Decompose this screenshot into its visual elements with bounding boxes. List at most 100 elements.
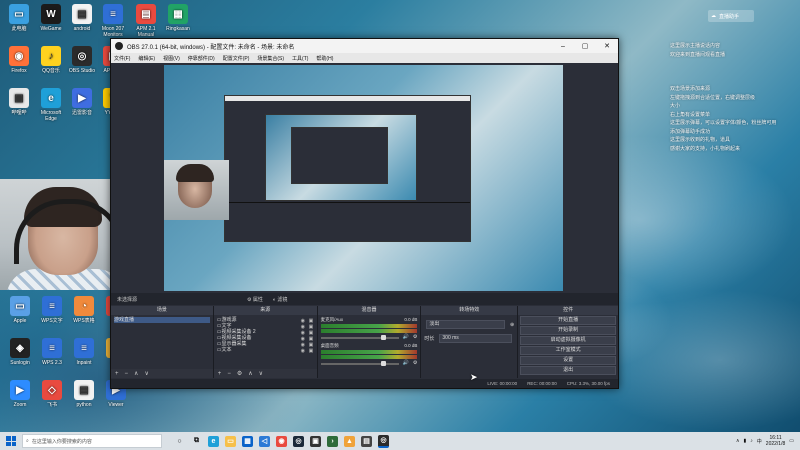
up-icon[interactable]: ∧ <box>248 370 252 377</box>
file-explorer-icon[interactable]: ▭ <box>225 435 236 447</box>
input-language[interactable]: 中 <box>757 438 762 445</box>
edge-icon[interactable]: e <box>208 435 219 447</box>
chevron-up-icon[interactable]: ∧ <box>736 438 740 444</box>
desktop-icon[interactable]: ◇ 飞书 <box>36 380 68 408</box>
remove-icon[interactable]: − <box>227 371 231 377</box>
studio-mode-button[interactable]: 工作室模式 <box>520 346 616 355</box>
desktop-icon[interactable]: ◔ WPS表格 <box>68 296 100 324</box>
network-icon[interactable]: ▮ <box>744 438 747 444</box>
vscode-icon[interactable]: ◁ <box>259 435 270 447</box>
add-transition-icon[interactable]: ⊕ <box>510 322 514 328</box>
maximize-icon[interactable]: ▢ <box>574 39 596 53</box>
menu-item[interactable]: 视图(V) <box>163 55 180 62</box>
gear-icon[interactable]: ⚙ <box>413 334 417 340</box>
lock-icon[interactable]: ▣ <box>309 336 314 342</box>
task-view-icon[interactable]: ⧉ <box>191 436 202 447</box>
volume-icon[interactable]: ♪ <box>750 438 753 444</box>
lock-icon[interactable]: ▣ <box>309 318 314 324</box>
desktop-icon[interactable]: ≡ Moon 207 Monitors <box>97 4 129 38</box>
menu-item[interactable]: 帮助(H) <box>316 55 333 62</box>
add-icon[interactable]: + <box>115 371 119 377</box>
menu-item[interactable]: 工具(T) <box>292 55 308 62</box>
app-icon[interactable]: ▣ <box>310 435 321 447</box>
obs-taskbar-icon[interactable]: ◎ <box>378 434 389 448</box>
steam-icon[interactable]: ◎ <box>293 435 304 447</box>
menu-item[interactable]: 编辑(E) <box>138 55 155 62</box>
visibility-eye-icon[interactable]: ◉ <box>301 324 306 330</box>
desktop-icon[interactable]: W WeGame <box>35 4 67 32</box>
volume-slider-knob[interactable] <box>381 335 387 340</box>
volume-slider-knob[interactable] <box>381 361 387 366</box>
note-line: 左键拖拽源到合适位置，右键调整层级 <box>670 94 756 101</box>
down-icon[interactable]: ∨ <box>144 370 148 377</box>
desktop-icon[interactable]: ▭ 此电脑 <box>3 4 35 32</box>
add-icon[interactable]: + <box>218 371 222 377</box>
visibility-eye-icon[interactable]: ◉ <box>301 318 306 324</box>
desktop-icon[interactable]: ▣ 哔哩哔 <box>3 88 35 116</box>
taskbar-search[interactable]: ⌕ 在这里输入你要搜索的内容 <box>22 434 162 448</box>
volume-slider[interactable] <box>320 335 399 340</box>
speaker-icon[interactable]: 🔊 <box>403 334 409 340</box>
desktop-icon[interactable]: ▤ android <box>66 4 98 32</box>
menu-item[interactable]: 文件(F) <box>114 55 130 62</box>
lock-icon[interactable]: ▣ <box>309 342 314 348</box>
desktop-icon[interactable]: ♪ QQ音乐 <box>35 46 67 74</box>
clock[interactable]: 16:11 2022/1/8 <box>766 435 785 447</box>
desktop-icon[interactable]: ≡ WPS文字 <box>36 296 68 324</box>
start-button[interactable] <box>0 432 22 450</box>
obs-window[interactable]: OBS 27.0.1 (64-bit, windows) - 配置文件: 未命名… <box>110 38 619 389</box>
desktop-icon[interactable]: ≡ WPS 2.3 <box>36 338 68 366</box>
desktop-icon[interactable]: ▭ Apple <box>4 296 36 324</box>
duration-input[interactable]: 300 ms <box>439 334 513 343</box>
terminal-icon[interactable]: › <box>327 435 338 447</box>
desktop-icon[interactable]: ▤ APM 2.1 Manual <box>130 4 162 38</box>
visibility-eye-icon[interactable]: ◉ <box>301 330 306 336</box>
notification-icon[interactable]: ▭ <box>789 438 794 444</box>
desktop-icon[interactable]: ▶ 迅雷影音 <box>66 88 98 116</box>
menu-item[interactable]: 场景集合(S) <box>257 55 284 62</box>
down-icon[interactable]: ∨ <box>259 370 263 377</box>
filters-button[interactable]: ◐ 滤镜 <box>273 296 287 303</box>
source-item[interactable]: ▭ 文本 ◉ ▣ <box>217 347 314 354</box>
lock-icon[interactable]: ▣ <box>309 348 314 354</box>
obs-titlebar[interactable]: OBS 27.0.1 (64-bit, windows) - 配置文件: 未命名… <box>111 39 618 53</box>
gear-icon[interactable]: ⚙ <box>237 370 242 377</box>
minimize-icon[interactable]: – <box>552 39 574 53</box>
obs-preview-canvas[interactable] <box>164 65 563 291</box>
volume-slider[interactable] <box>320 361 399 366</box>
lock-icon[interactable]: ▣ <box>309 324 314 330</box>
up-icon[interactable]: ∧ <box>134 370 138 377</box>
cortana-icon[interactable]: ○ <box>174 436 185 447</box>
store-icon[interactable]: ▦ <box>242 435 253 447</box>
menu-item[interactable]: 停靠部件(D) <box>188 55 215 62</box>
chrome-icon[interactable]: ◉ <box>276 435 287 447</box>
menu-item[interactable]: 配置文件(P) <box>223 55 250 62</box>
visibility-eye-icon[interactable]: ◉ <box>301 342 306 348</box>
exit-button[interactable]: 退出 <box>520 366 616 375</box>
properties-button[interactable]: ⚙ 属性 <box>247 296 263 303</box>
assistant-widget[interactable]: ☁ 直播助手 <box>708 10 754 22</box>
desktop-icon[interactable]: ▤ python <box>68 380 100 408</box>
desktop-icon[interactable]: ▦ Ringkasan <box>162 4 194 32</box>
desktop-icon[interactable]: ▶ Zoom <box>4 380 36 408</box>
start-virtual-camera-button[interactable]: 启动虚拟摄像机 <box>520 336 616 345</box>
app-icon[interactable]: ▤ <box>361 435 372 447</box>
transition-select[interactable]: 淡出 <box>426 320 505 329</box>
gear-icon[interactable]: ⚙ <box>413 360 417 366</box>
start-streaming-button[interactable]: 开始直播 <box>520 316 616 325</box>
settings-button[interactable]: 设置 <box>520 356 616 365</box>
speaker-icon[interactable]: 🔊 <box>403 360 409 366</box>
app-icon[interactable]: ▲ <box>344 435 355 447</box>
visibility-eye-icon[interactable]: ◉ <box>301 348 306 354</box>
desktop-icon[interactable]: ◈ Sunlogin <box>4 338 36 366</box>
scene-item[interactable]: 游戏直播 <box>114 317 210 323</box>
desktop-icon[interactable]: ◉ Firefox <box>3 46 35 74</box>
desktop-icon[interactable]: ◎ OBS Studio <box>66 46 98 74</box>
visibility-eye-icon[interactable]: ◉ <box>301 336 306 342</box>
start-recording-button[interactable]: 开始录制 <box>520 326 616 335</box>
remove-icon[interactable]: − <box>125 371 129 377</box>
close-icon[interactable]: ✕ <box>596 39 618 53</box>
desktop-icon[interactable]: ≡ Inpaint <box>68 338 100 366</box>
lock-icon[interactable]: ▣ <box>309 330 314 336</box>
desktop-icon[interactable]: e Microsoft Edge <box>35 88 67 122</box>
